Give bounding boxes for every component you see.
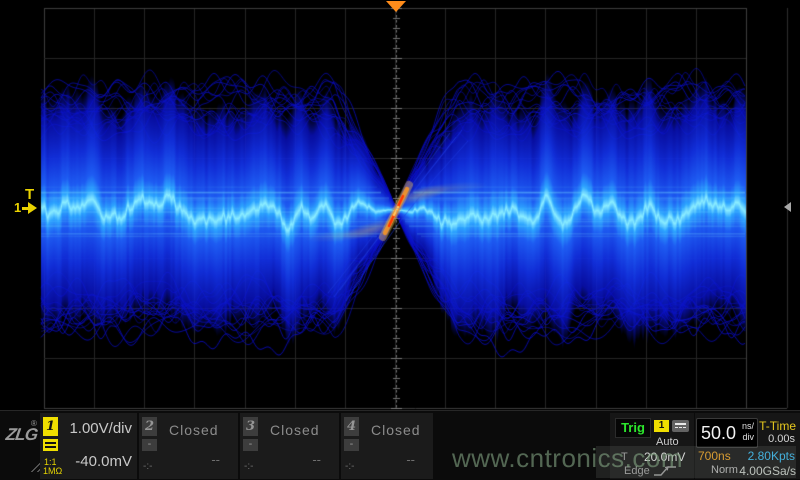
channel2-status: Closed xyxy=(169,422,219,438)
watermark-text: www.cntronics.com xyxy=(452,443,683,474)
channel1-offset[interactable]: -40.0mV xyxy=(75,453,132,470)
channel1-marker-arrow-icon xyxy=(28,202,37,214)
channel2-panel[interactable]: 2 - Closed -:- -- xyxy=(139,413,238,479)
timebase-scale-value: 50.0 xyxy=(701,423,736,444)
hatch-icon xyxy=(27,459,40,472)
channel1-panel[interactable]: 1 1.00V/div -40.0mV 1:1 1MΩ xyxy=(40,413,137,479)
channel1-marker-number: 1 xyxy=(14,200,21,215)
channel1-dc-coupling-icon[interactable] xyxy=(43,439,58,451)
channel4-panel[interactable]: 4 - Closed -:- -- xyxy=(341,413,433,479)
channel3-placeholder-value: -- xyxy=(312,452,321,467)
dc-dashed-line xyxy=(45,446,56,448)
channel3-status: Closed xyxy=(270,422,320,438)
channel4-coupling-badge: - xyxy=(344,439,359,451)
channel1-position-marker[interactable]: 1 xyxy=(14,200,37,215)
channel3-placeholder-left: -:- xyxy=(244,461,253,472)
t-time-label: T-Time xyxy=(759,419,796,433)
channel2-badge[interactable]: 2 xyxy=(142,417,157,436)
trigger-button[interactable]: Trig xyxy=(615,418,651,438)
t-time-value: 0.00s xyxy=(768,433,795,445)
timebase-scale-box[interactable]: 50.0 ns/ div xyxy=(696,418,758,448)
channel3-panel[interactable]: 3 - Closed -:- -- xyxy=(240,413,339,479)
trigger-coupling-icon[interactable] xyxy=(672,420,689,432)
dc-solid-line xyxy=(45,442,56,444)
channel4-status: Closed xyxy=(371,422,421,438)
brand-logo-area: ZLG ® xyxy=(0,411,40,480)
trigger-position-marker-icon[interactable] xyxy=(386,1,406,12)
channel2-placeholder-left: -:- xyxy=(143,461,152,472)
channel3-coupling-badge: - xyxy=(243,439,258,451)
oscilloscope-screen: T 1 ZLG ® 1 1.00V/div -40.0mV 1:1 1MΩ 2 … xyxy=(0,0,800,480)
timebase-unit-line1: ns/ xyxy=(742,421,754,431)
timebase-unit-line2: div xyxy=(742,432,754,442)
channel3-badge[interactable]: 3 xyxy=(243,417,258,436)
waveform-display-canvas xyxy=(0,0,800,480)
registered-mark: ® xyxy=(31,419,37,428)
channel4-badge[interactable]: 4 xyxy=(344,417,359,436)
channel2-coupling-badge: - xyxy=(142,439,157,451)
trigger-level-arrow-icon[interactable] xyxy=(784,202,791,212)
channel2-placeholder-value: -- xyxy=(211,452,220,467)
coupling-solid-line xyxy=(675,423,686,425)
brand-logo: ZLG xyxy=(5,425,39,445)
channel4-placeholder-left: -:- xyxy=(345,461,354,472)
coupling-dashed-line xyxy=(675,427,686,428)
trigger-source-badge[interactable]: 1 xyxy=(654,420,669,432)
channel4-placeholder-value: -- xyxy=(406,452,415,467)
channel1-impedance: 1MΩ xyxy=(43,466,62,476)
channel1-badge[interactable]: 1 xyxy=(43,417,58,436)
channel1-scale[interactable]: 1.00V/div xyxy=(69,420,132,437)
